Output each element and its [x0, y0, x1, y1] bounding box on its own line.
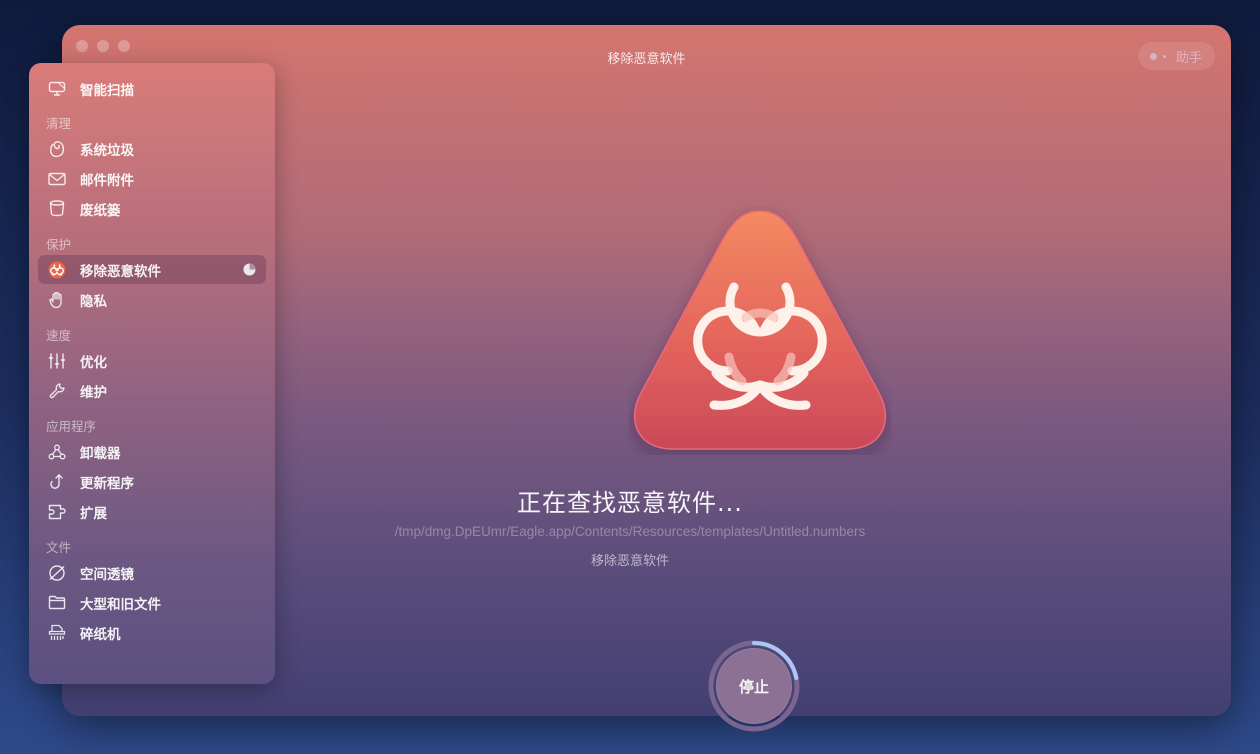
sidebar-item-shredder[interactable]: 碎纸机 — [38, 618, 266, 647]
sidebar-item-optimization[interactable]: 优化 — [38, 346, 266, 375]
section-label-protection: 保护 — [46, 237, 72, 252]
hand-icon — [46, 289, 68, 311]
planet-icon — [46, 562, 68, 584]
stop-button[interactable]: 停止 — [716, 648, 792, 724]
sidebar-item-smart-scan[interactable]: 智能扫描 — [38, 74, 266, 103]
stop-control: 停止 — [706, 638, 802, 734]
folder-icon — [46, 592, 68, 614]
bin-icon — [46, 198, 68, 220]
sidebar-item-trash[interactable]: 废纸篓 — [38, 194, 266, 223]
section-label-cleanup: 清理 — [46, 116, 72, 131]
section-label-files: 文件 — [46, 540, 72, 555]
sliders-icon — [46, 350, 68, 372]
monitor-icon — [46, 78, 68, 100]
update-arrow-icon — [46, 471, 68, 493]
sidebar-item-system-junk[interactable]: 系统垃圾 — [38, 134, 266, 163]
assistant-dot-icon — [1149, 52, 1157, 60]
sidebar-item-extensions[interactable]: 扩展 — [38, 497, 266, 526]
stop-label: 停止 — [738, 677, 769, 696]
shredder-icon — [46, 622, 68, 644]
assistant-button[interactable]: 助手 — [1137, 42, 1215, 70]
sidebar-item-malware-removal[interactable]: 移除恶意软件 — [38, 255, 266, 284]
mail-icon — [46, 168, 68, 190]
sidebar-item-privacy[interactable]: 隐私 — [38, 285, 266, 314]
apps-icon — [46, 441, 68, 463]
sidebar-item-updater[interactable]: 更新程序 — [38, 467, 266, 496]
wrench-icon — [46, 380, 68, 402]
sidebar-item-large-old-files[interactable]: 大型和旧文件 — [38, 588, 266, 617]
biohazard-hero-icon — [633, 210, 887, 450]
puzzle-icon — [46, 501, 68, 523]
sidebar-item-uninstaller[interactable]: 卸载器 — [38, 437, 266, 466]
sidebar-item-mail-attachments[interactable]: 邮件附件 — [38, 164, 266, 193]
sidebar: 智能扫描 清理 系统垃圾 邮件附件 废纸篓 保护 移除恶意软件 隐私 速度 优化… — [29, 63, 275, 684]
sidebar-item-space-lens[interactable]: 空间透镜 — [38, 558, 266, 587]
biohazard-icon — [46, 259, 68, 281]
sidebar-item-maintenance[interactable]: 维护 — [38, 376, 266, 405]
trash-swirl-icon — [46, 138, 68, 160]
assistant-label: 助手 — [1175, 50, 1202, 66]
section-label-speed: 速度 — [46, 328, 72, 343]
pie-progress-icon — [243, 263, 256, 276]
section-label-applications: 应用程序 — [46, 419, 97, 434]
assistant-small-dot-icon — [1162, 54, 1166, 58]
